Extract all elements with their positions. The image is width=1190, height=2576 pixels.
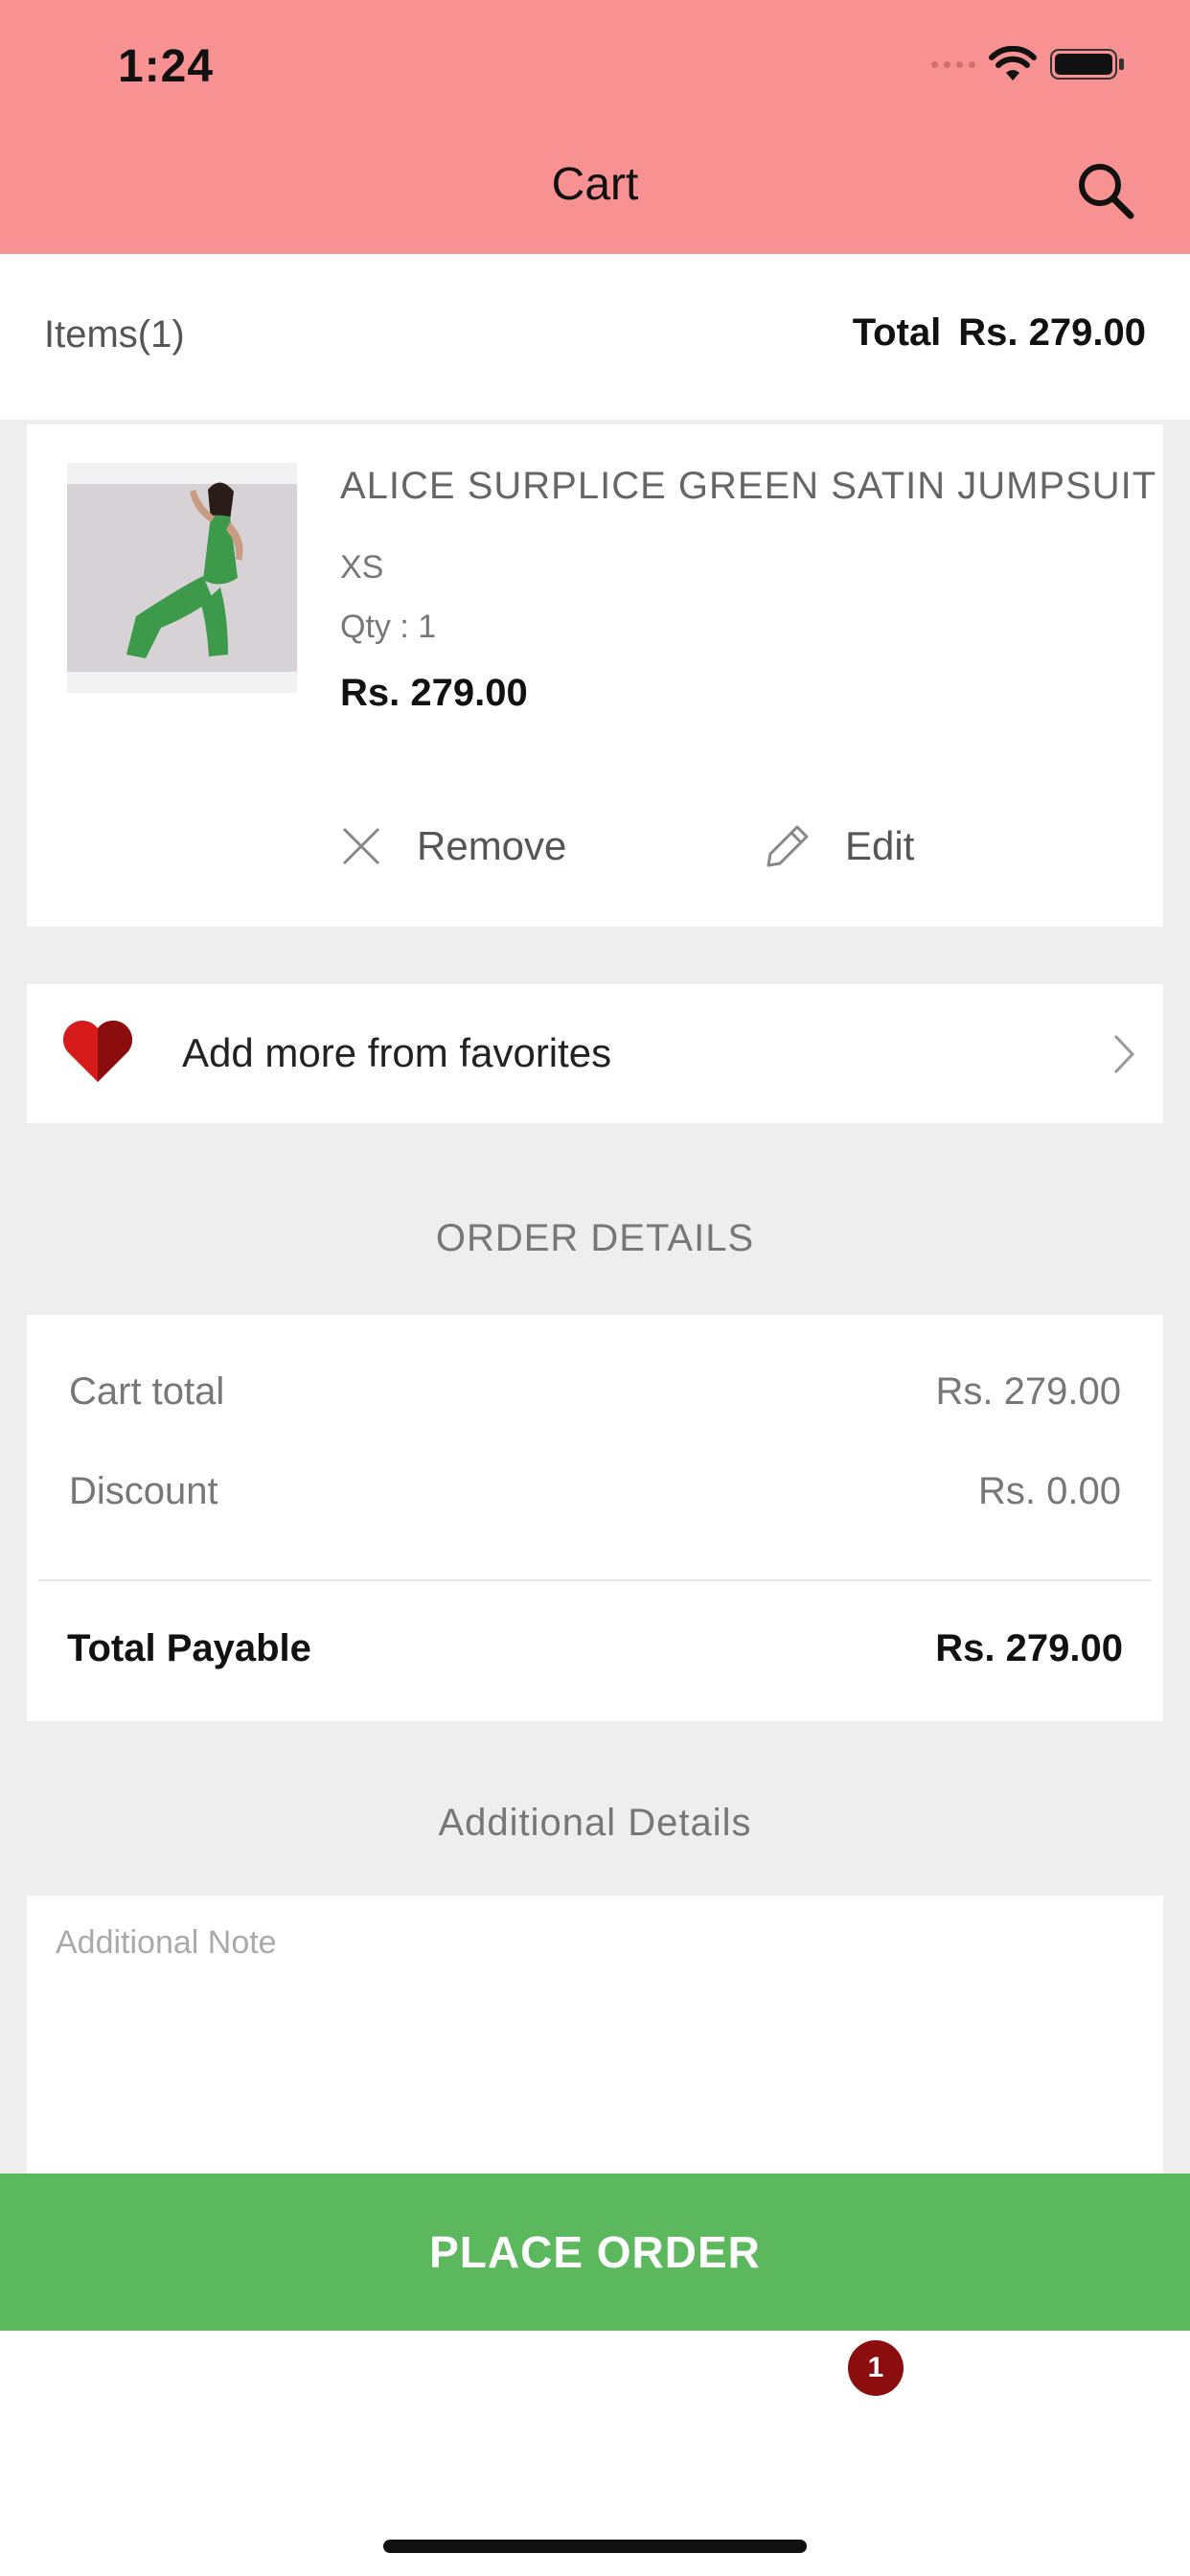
close-icon: [342, 827, 380, 865]
total-label: Total: [852, 311, 942, 354]
home-indicator[interactable]: [383, 2540, 807, 2553]
cart-total-label: Cart total: [69, 1370, 225, 1413]
product-name[interactable]: ALICE SURPLICE GREEN SATIN JUMPSUIT: [340, 465, 1156, 508]
total-payable-label: Total Payable: [67, 1627, 311, 1669]
page-title: Cart: [551, 159, 639, 210]
edit-button[interactable]: Edit: [765, 823, 914, 869]
search-button[interactable]: [1073, 158, 1140, 225]
cart-total-row: Cart total Rs. 279.00: [69, 1370, 1121, 1414]
additional-details-heading: Additional Details: [438, 1802, 752, 1844]
product-image[interactable]: [67, 463, 297, 693]
chevron-right-icon: [1113, 1034, 1135, 1074]
cart-badge[interactable]: 1: [848, 2340, 904, 2396]
product-size: XS: [340, 549, 384, 586]
status-indicators: [931, 46, 1127, 82]
items-count: Items(1): [44, 313, 185, 356]
cart-item: ALICE SURPLICE GREEN SATIN JUMPSUIT XS Q…: [27, 425, 1163, 927]
cart-screen: 1:24 Cart Items(1) Total Rs. 279.00 ALIC…: [0, 0, 1190, 2576]
tab-bar: 1: [0, 2331, 1190, 2576]
divider: [38, 1579, 1152, 1581]
wifi-icon: [989, 46, 1037, 82]
place-order-button[interactable]: PLACE ORDER: [0, 2174, 1190, 2331]
discount-label: Discount: [69, 1470, 218, 1512]
summary-total: Total Rs. 279.00: [853, 311, 1146, 355]
favorites-label: Add more from favorites: [182, 1030, 612, 1075]
order-details-heading: ORDER DETAILS: [435, 1217, 755, 1259]
status-time: 1:24: [118, 41, 215, 92]
add-from-favorites[interactable]: Add more from favorites: [27, 984, 1163, 1123]
product-price: Rs. 279.00: [340, 672, 528, 714]
discount-value: Rs. 0.00: [978, 1470, 1121, 1512]
pencil-icon: [767, 825, 809, 867]
product-qty: Qty : 1: [340, 609, 437, 645]
search-icon: [1079, 164, 1134, 219]
edit-label: Edit: [845, 823, 915, 868]
battery-icon: [1050, 47, 1127, 81]
heart-icon: [63, 1021, 132, 1082]
order-details-card: Cart total Rs. 279.00 Discount Rs. 0.00 …: [27, 1315, 1163, 1721]
cart-summary-bar: Items(1) Total Rs. 279.00: [0, 254, 1190, 420]
total-value: Rs. 279.00: [958, 311, 1146, 354]
cart-total-value: Rs. 279.00: [935, 1370, 1121, 1413]
total-payable-row: Total Payable Rs. 279.00: [67, 1627, 1123, 1670]
signal-icon: [931, 60, 975, 68]
total-payable-value: Rs. 279.00: [935, 1627, 1123, 1669]
header-bar: 1:24 Cart: [0, 0, 1190, 254]
additional-note-card: [27, 1896, 1163, 2174]
additional-note-input[interactable]: [56, 1924, 1134, 2154]
discount-row: Discount Rs. 0.00: [69, 1470, 1121, 1513]
remove-button[interactable]: Remove: [340, 823, 566, 869]
remove-label: Remove: [417, 823, 567, 868]
